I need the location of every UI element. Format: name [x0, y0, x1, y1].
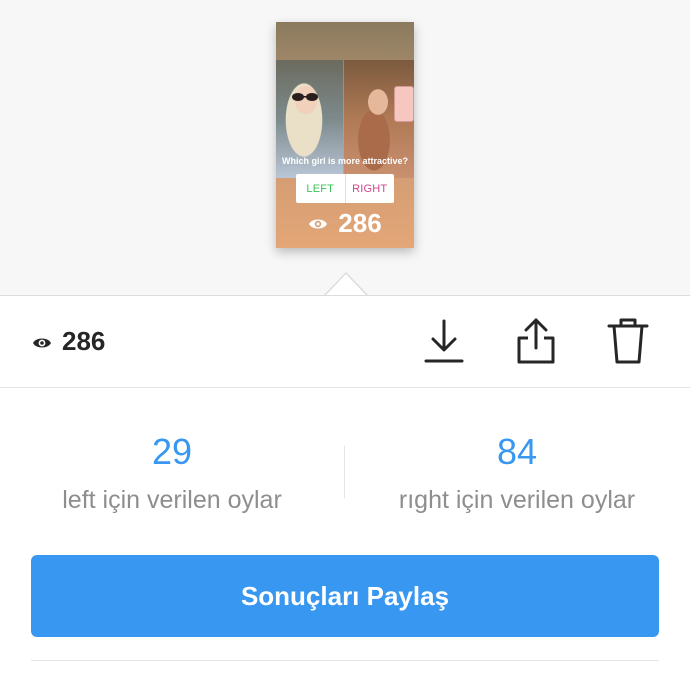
results-divider	[344, 446, 345, 498]
story-view-count: 286	[276, 208, 414, 239]
story-question: Which girl is more attractive?	[281, 156, 409, 166]
eye-icon	[308, 217, 328, 231]
toolbar: 286	[0, 296, 690, 388]
share-icon-button[interactable]	[512, 316, 560, 366]
story-views-number: 286	[338, 208, 382, 238]
eye-icon	[32, 326, 52, 357]
left-vote-label: left için verilen oylar	[62, 486, 282, 514]
left-vote-result: 29 left için verilen oylar	[7, 430, 337, 515]
delete-button[interactable]	[604, 316, 652, 366]
poll-option-right: RIGHT	[352, 182, 388, 195]
bottom-divider	[31, 660, 659, 661]
share-icon	[517, 318, 555, 364]
right-vote-result: 84 rıght için verilen oylar	[352, 430, 682, 515]
trash-icon	[607, 318, 649, 364]
story-thumbnail[interactable]: Which girl is more attractive? LEFT RIGH…	[276, 22, 414, 248]
viewers-count[interactable]: 286	[32, 326, 105, 357]
poll-sticker: LEFT RIGHT	[296, 174, 394, 203]
download-icon	[424, 319, 464, 363]
story-preview-area: Which girl is more attractive? LEFT RIGH…	[0, 0, 690, 295]
phone-icon	[394, 86, 414, 122]
right-vote-label: rıght için verilen oylar	[398, 486, 636, 514]
right-vote-count: 84	[496, 431, 538, 472]
viewers-number: 286	[62, 326, 106, 356]
download-button[interactable]	[420, 316, 468, 366]
left-vote-count: 29	[151, 431, 193, 472]
poll-option-left: LEFT	[296, 174, 346, 203]
share-results-button[interactable]: Sonuçları Paylaş	[31, 555, 659, 637]
sunglasses-icon	[292, 93, 318, 101]
